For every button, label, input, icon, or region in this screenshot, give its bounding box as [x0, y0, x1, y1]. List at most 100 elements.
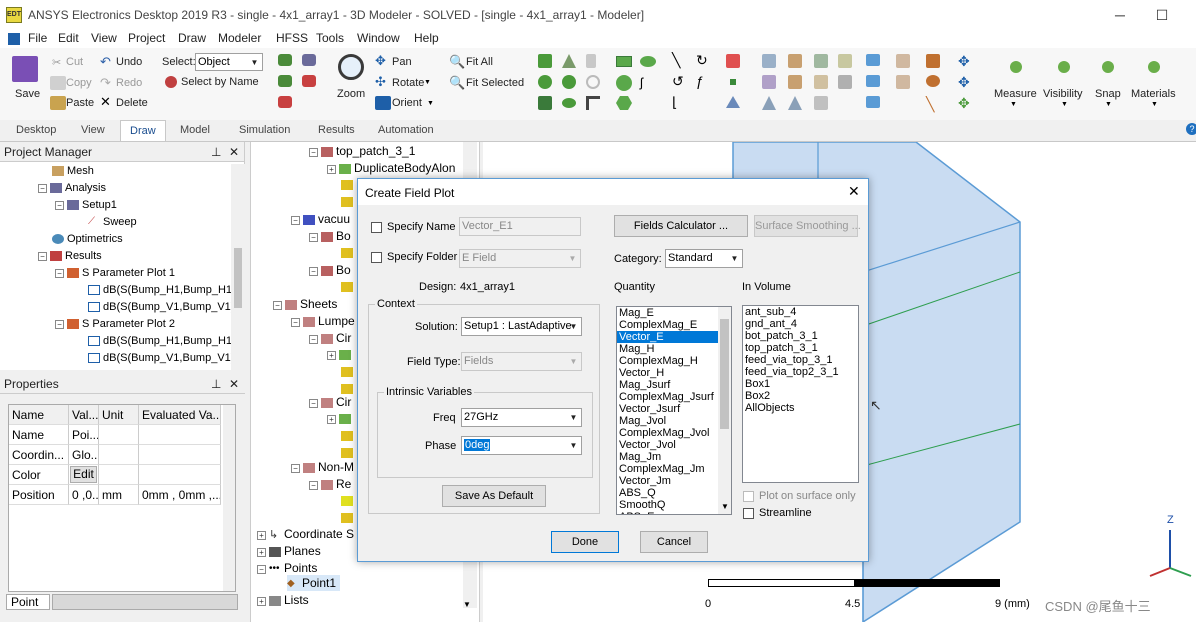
undo-icon[interactable]: ↶ [100, 54, 111, 70]
specify-folder-checkbox[interactable] [371, 252, 382, 263]
materials-icon[interactable] [1148, 61, 1160, 73]
cover-icon[interactable] [866, 96, 880, 108]
coordinate-system-icon[interactable]: ✥ [958, 53, 970, 70]
collapse-icon[interactable]: − [291, 463, 300, 473]
rectangle-icon[interactable] [616, 56, 632, 67]
materials-button[interactable]: Materials [1131, 88, 1176, 100]
fields-calculator-button[interactable]: Fields Calculator ... [614, 215, 748, 237]
menu-modeler[interactable]: Modeler [218, 31, 261, 45]
box-icon[interactable] [538, 54, 552, 68]
snap-button[interactable]: Snap [1095, 88, 1121, 100]
line-icon[interactable]: ╲ [672, 52, 680, 69]
bondwire-icon[interactable] [586, 96, 600, 110]
tree-item-box2[interactable]: − Bo [309, 262, 351, 278]
cone-icon[interactable] [562, 54, 576, 68]
tree-item-point1[interactable]: ◆ Point1 [287, 575, 341, 591]
collapse-icon[interactable]: − [291, 317, 300, 327]
tree-item-sheets[interactable]: − Sheets [273, 296, 337, 312]
collapse-icon[interactable]: − [309, 480, 318, 490]
sphere-icon[interactable] [562, 75, 576, 89]
quantity-item[interactable]: Vector_Jvol [617, 439, 731, 451]
quantity-item[interactable]: ABS_Q [617, 487, 731, 499]
tree-item-results[interactable]: − Results [38, 248, 102, 264]
tree-item-trace[interactable]: dB(S(Bump_H1,Bump_H1)) [88, 282, 239, 298]
circle-icon[interactable] [616, 75, 632, 91]
sweep-icon[interactable] [788, 75, 802, 89]
volume-item[interactable]: Box1 [743, 378, 858, 390]
spline-icon[interactable]: ↻ [696, 52, 708, 69]
rotate-button[interactable]: Rotate [392, 77, 424, 89]
scale-icon[interactable]: ╲ [926, 96, 934, 113]
copy-button[interactable]: Copy [66, 77, 92, 89]
collapse-icon[interactable]: − [309, 334, 318, 344]
cut-icon[interactable]: ✂ [52, 56, 64, 69]
volume-item[interactable]: ant_sub_4 [743, 306, 858, 318]
quantity-item[interactable]: Mag_Jvol [617, 415, 731, 427]
intersect-icon[interactable] [814, 54, 828, 68]
quantity-item[interactable]: SmoothQ [617, 499, 731, 511]
scroll-down-icon[interactable]: ▼ [721, 502, 729, 511]
rotate-object-icon[interactable] [926, 75, 940, 87]
quantity-item[interactable]: Mag_Jsurf [617, 379, 731, 391]
fit-selected-button[interactable]: Fit Selected [466, 77, 524, 89]
volume-item[interactable]: gnd_ant_4 [743, 318, 858, 330]
orient-dropdown-icon[interactable]: ▼ [427, 100, 434, 107]
color-edit-button[interactable]: Edit [70, 466, 97, 483]
orient-icon[interactable] [375, 96, 391, 110]
tree-item-non-model[interactable]: − Non-M [291, 459, 354, 475]
save-icon[interactable] [12, 56, 38, 82]
equation-curve-icon[interactable]: ƒ [696, 73, 704, 89]
materials-dropdown-icon[interactable]: ▼ [1151, 101, 1158, 108]
close-icon[interactable]: ✕ [848, 183, 860, 200]
tree-item-op[interactable] [341, 245, 356, 261]
in-volume-listbox[interactable]: ant_sub_4 gnd_ant_4 bot_patch_3_1 top_patch… [742, 305, 859, 483]
expand-icon[interactable]: + [257, 547, 266, 557]
paste-button[interactable]: Paste [66, 97, 94, 109]
show-all-icon[interactable] [278, 75, 292, 87]
tree-item-planes[interactable]: + Planes [257, 543, 321, 559]
rotate-dropdown-icon[interactable]: ▼ [424, 79, 431, 86]
tree-item-duplicate[interactable]: + DuplicateBodyAlon [327, 160, 455, 176]
subtract-icon[interactable] [788, 54, 802, 68]
save-as-default-button[interactable]: Save As Default [442, 485, 546, 507]
volume-item[interactable]: top_patch_3_1 [743, 342, 858, 354]
menu-hfss[interactable]: HFSS [276, 31, 308, 45]
unite-icon[interactable] [762, 54, 776, 68]
tree-item-trace[interactable]: dB(S(Bump_V1,Bump_V1)) [88, 299, 238, 315]
split-icon[interactable] [838, 54, 852, 68]
tree-item-box1[interactable]: − Bo [309, 228, 351, 244]
quantity-item[interactable]: ABS_Err [617, 511, 731, 514]
tab-simulation[interactable]: Simulation [237, 120, 292, 141]
delete-icon[interactable]: ✕ [100, 94, 111, 110]
pin-icon[interactable]: ⊥ [211, 142, 221, 162]
tree-item-sweep[interactable]: ⟋ Sweep [88, 214, 137, 230]
orient-button[interactable]: Orient [392, 97, 422, 109]
done-button[interactable]: Done [551, 531, 619, 553]
tab-automation[interactable]: Automation [376, 120, 436, 141]
collapse-icon[interactable]: − [55, 200, 64, 210]
volume-item[interactable]: bot_patch_3_1 [743, 330, 858, 342]
object-cs-icon[interactable]: ✥ [958, 95, 970, 112]
imprint-icon[interactable] [762, 75, 776, 89]
tree-item-mesh[interactable]: Mesh [52, 163, 94, 179]
fit-all-icon[interactable]: 🔍 [449, 54, 465, 70]
delete-button[interactable]: Delete [116, 97, 148, 109]
mirror-icon[interactable] [762, 96, 776, 110]
tree-item-rect[interactable]: − Re [309, 476, 351, 492]
prop-value[interactable]: Glo... [69, 445, 99, 465]
field-type-dropdown[interactable]: Fields ▼ [461, 352, 582, 371]
center-arc-icon[interactable]: ⌊ [672, 94, 677, 111]
wrap-icon[interactable] [866, 54, 880, 66]
hide-icon[interactable] [302, 54, 316, 66]
polyhedron-icon[interactable] [538, 96, 552, 110]
help-icon[interactable]: ? [1186, 123, 1196, 135]
pan-icon[interactable]: ✥ [375, 53, 386, 69]
rotate-icon[interactable]: ✣ [375, 74, 386, 90]
pan-button[interactable]: Pan [392, 56, 412, 68]
quantity-item[interactable]: ComplexMag_Jm [617, 463, 731, 475]
sheet-icon[interactable] [866, 75, 880, 87]
zoom-icon[interactable] [338, 54, 364, 80]
select-dropdown[interactable]: Object ▼ [195, 53, 263, 71]
collapse-icon[interactable]: − [309, 398, 318, 408]
menu-window[interactable]: Window [357, 31, 400, 45]
